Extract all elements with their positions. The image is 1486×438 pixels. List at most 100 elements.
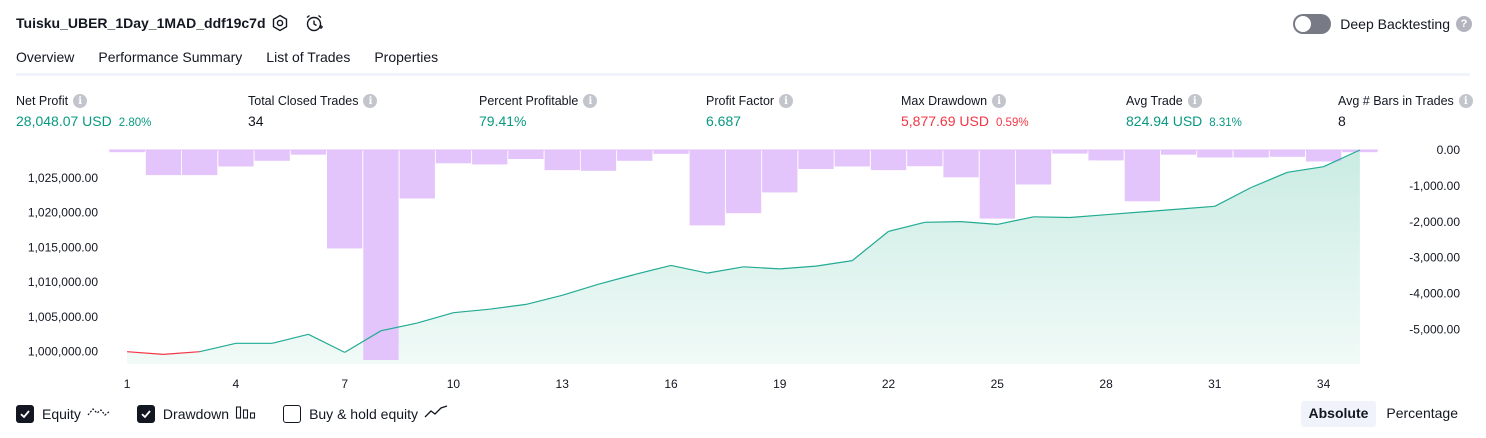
drawdown-bar	[1161, 150, 1197, 155]
x-axis-tick-label: 25	[991, 377, 1005, 391]
metric-label: Avg # Bars in Trades	[1338, 94, 1454, 108]
chart-legend: Equity Drawdown Buy & hold equity	[16, 403, 474, 425]
absolute-button[interactable]: Absolute	[1300, 401, 1377, 427]
x-axis-tick-label: 31	[1208, 377, 1222, 391]
drawdown-bar	[870, 150, 907, 171]
metric-avg-bars-in-trades: Avg # Bars in Trades i 8	[1338, 93, 1473, 131]
legend-drawdown[interactable]: Drawdown	[136, 404, 257, 425]
drawdown-bar	[1269, 150, 1305, 157]
equity-line-segment	[924, 221, 962, 223]
legend-label: Drawdown	[162, 406, 230, 422]
info-icon[interactable]: i	[583, 94, 598, 108]
left-axis-tick-label: 1,000,000.00	[28, 345, 98, 359]
equity-line-segment	[1033, 216, 1070, 219]
drawdown-bar	[1124, 150, 1160, 202]
metric-value: 79.41%	[479, 113, 527, 129]
metric-percent-profitable: Percent Profitable i 79.41%	[479, 93, 598, 131]
equity-drawdown-chart[interactable]: 1,000,000.00 1,005,000.00 1,010,000.00 1,01…	[0, 138, 1486, 396]
deep-backtesting-control: Deep Backtesting ?	[1293, 13, 1472, 35]
x-axis-tick-label: 1	[124, 377, 131, 391]
metric-value: 824.94 USD	[1126, 113, 1203, 129]
info-icon[interactable]: i	[779, 94, 794, 108]
x-axis-tick-label: 19	[773, 377, 787, 391]
drawdown-bar	[689, 150, 725, 226]
metric-net-profit: Net Profit i 28,048.07 USD 2.80%	[16, 93, 151, 131]
drawdown-bar	[798, 150, 834, 169]
legend-label: Buy & hold equity	[309, 406, 419, 422]
info-icon[interactable]: i	[1187, 94, 1202, 108]
drawdown-bar	[1197, 150, 1233, 158]
drawdown-bar	[1052, 150, 1088, 154]
metric-value: 8	[1338, 113, 1346, 129]
drawdown-bar	[1088, 150, 1124, 161]
drawdown-bar	[653, 150, 689, 154]
view-mode-switch: Absolute Percentage	[1299, 401, 1467, 427]
left-axis-tick-label: 1,005,000.00	[28, 310, 98, 324]
metric-value: 5,877.69 USD	[901, 113, 989, 129]
right-axis-tick-label: -5,000.00	[1409, 323, 1460, 337]
x-axis-tick-label: 22	[882, 377, 896, 391]
tab-properties[interactable]: Properties	[374, 44, 438, 76]
metric-max-drawdown: Max Drawdown i 5,877.69 USD 0.59%	[901, 93, 1029, 131]
metric-label: Net Profit	[16, 94, 69, 108]
percentage-button[interactable]: Percentage	[1378, 401, 1466, 427]
report-tabs: Overview Performance Summary List of Tra…	[16, 44, 462, 76]
drawdown-checkbox[interactable]	[136, 405, 155, 423]
drawdown-bar	[907, 150, 943, 167]
buy-hold-checkbox[interactable]	[283, 405, 302, 423]
add-alert-clock-icon[interactable]	[304, 13, 324, 33]
x-axis-tick-label: 10	[447, 377, 461, 391]
drawdown-bar	[834, 150, 870, 167]
legend-buy-hold-equity[interactable]: Buy & hold equity	[283, 404, 448, 425]
info-icon[interactable]: i	[992, 94, 1007, 108]
metric-value: 6.687	[706, 113, 742, 129]
tab-list-of-trades[interactable]: List of Trades	[266, 44, 350, 76]
drawdown-bar	[327, 150, 363, 249]
drawdown-bar	[109, 150, 145, 153]
deep-backtesting-toggle[interactable]	[1293, 14, 1332, 34]
metric-total-closed-trades: Total Closed Trades i 34	[248, 93, 378, 131]
right-axis-tick-label: -2,000.00	[1409, 215, 1460, 229]
info-icon[interactable]: i	[363, 94, 378, 108]
metric-avg-trade: Avg Trade i 824.94 USD 8.31%	[1126, 93, 1242, 131]
x-axis-tick-label: 16	[664, 377, 678, 391]
drawdown-bar	[762, 150, 798, 193]
drawdown-bar	[943, 150, 979, 178]
left-axis-tick-label: 1,010,000.00	[28, 275, 98, 289]
drawdown-bar	[1233, 150, 1269, 158]
legend-equity[interactable]: Equity	[16, 404, 111, 425]
x-axis-tick-label: 7	[341, 377, 348, 391]
legend-label: Equity	[42, 406, 81, 422]
metric-label: Max Drawdown	[901, 94, 988, 108]
right-axis-tick-label: 0.00	[1437, 143, 1461, 157]
drawdown-bar	[290, 150, 327, 155]
x-axis-tick-label: 13	[556, 377, 570, 391]
metric-percent: 2.80%	[118, 117, 152, 129]
buy-hold-line-icon	[424, 404, 448, 425]
info-icon[interactable]: i	[1458, 94, 1473, 108]
metric-label: Percent Profitable	[479, 94, 579, 108]
equity-checkbox[interactable]	[16, 405, 34, 423]
metric-label: Profit Factor	[706, 94, 775, 108]
tab-overview[interactable]: Overview	[16, 44, 75, 76]
tabs-divider	[16, 73, 1470, 76]
drawdown-bar	[1015, 150, 1052, 185]
drawdown-bar	[544, 150, 580, 171]
drawdown-bar	[182, 150, 218, 176]
settings-gear-icon[interactable]	[270, 13, 290, 33]
deep-backtesting-label: Deep Backtesting	[1340, 16, 1450, 32]
drawdown-bar	[435, 150, 472, 164]
left-axis-tick-label: 1,020,000.00	[28, 206, 98, 220]
drawdown-bar	[1306, 150, 1342, 162]
drawdown-bar	[725, 150, 762, 214]
drawdown-bar	[979, 150, 1015, 219]
metric-label: Avg Trade	[1126, 94, 1183, 108]
right-axis-tick-label: -1,000.00	[1409, 179, 1460, 193]
metric-label: Total Closed Trades	[248, 94, 359, 108]
x-axis-tick-label: 28	[1099, 377, 1113, 391]
tab-performance-summary[interactable]: Performance Summary	[98, 44, 242, 76]
info-icon[interactable]: i	[73, 94, 88, 108]
metric-value: 28,048.07 USD	[16, 113, 112, 129]
help-icon[interactable]: ?	[1456, 16, 1472, 32]
strategy-title: Tuisku_UBER_1Day_1MAD_ddf19c7d	[16, 15, 266, 31]
